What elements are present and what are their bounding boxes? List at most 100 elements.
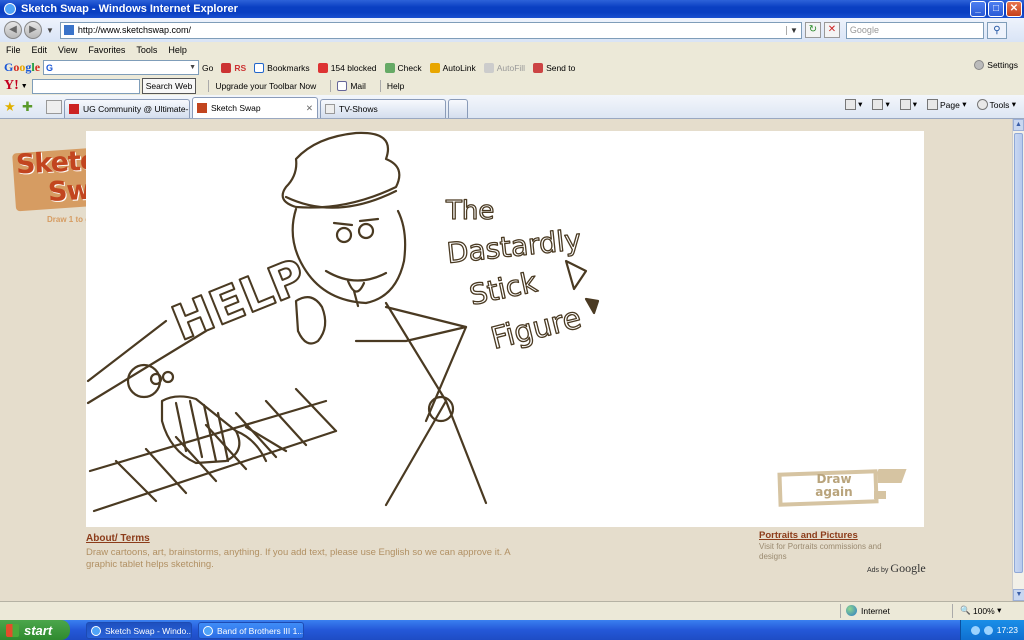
chevron-down-icon[interactable]: ▼ bbox=[189, 64, 198, 71]
ie-icon bbox=[91, 625, 101, 636]
yahoo-help-button[interactable]: Help bbox=[387, 81, 404, 91]
ad-text: Visit for Portraits commissions and desi… bbox=[759, 542, 882, 561]
url-text: http://www.sketchswap.com/ bbox=[77, 25, 191, 35]
rs-button[interactable]: RS bbox=[221, 62, 246, 73]
page-icon bbox=[63, 25, 74, 35]
zoom-icon: 🔍 bbox=[960, 605, 973, 615]
send-icon bbox=[533, 62, 544, 73]
new-tab-button[interactable] bbox=[448, 99, 468, 118]
help-drawn-text: HELP bbox=[165, 248, 315, 352]
add-favorite-icon[interactable]: ✚ bbox=[22, 100, 36, 114]
recent-pages-dropdown[interactable]: ▼ bbox=[46, 26, 54, 35]
tab-sketch-swap[interactable]: Sketch Swap ✕ bbox=[192, 97, 318, 118]
feeds-button[interactable]: ▾ bbox=[872, 99, 890, 110]
divider bbox=[952, 604, 953, 618]
wand-icon bbox=[429, 62, 440, 73]
volume-icon[interactable] bbox=[983, 625, 993, 635]
quick-tabs-icon[interactable] bbox=[46, 100, 62, 114]
url-dropdown-icon[interactable]: ▼ bbox=[786, 25, 798, 35]
security-zone[interactable]: Internet bbox=[846, 605, 890, 616]
taskbar-button-band-of-brothers[interactable]: Band of Brothers III 1... bbox=[198, 622, 304, 639]
drawing-title-line1: The bbox=[445, 196, 494, 226]
bookmarks-button[interactable]: Bookmarks bbox=[254, 62, 310, 73]
maximize-button[interactable]: □ bbox=[988, 1, 1004, 17]
tab-strip: ★ ✚ UG Community @ Ultimate-G... Sketch … bbox=[0, 95, 1024, 119]
search-icon[interactable]: ⚲ bbox=[986, 21, 1007, 39]
popup-blocker-button[interactable]: 154 blocked bbox=[317, 62, 377, 73]
stop-button[interactable]: ✕ bbox=[823, 22, 840, 38]
yahoo-logo[interactable]: Y! bbox=[4, 78, 19, 94]
upgrade-toolbar-button[interactable]: Upgrade your Toolbar Now bbox=[215, 81, 316, 91]
google-search-input[interactable]: G ▼ bbox=[43, 60, 200, 75]
drawing-title-line2: Dastardly bbox=[445, 223, 582, 270]
page-icon bbox=[927, 99, 939, 110]
check-icon bbox=[384, 62, 395, 73]
star-icon bbox=[254, 62, 265, 73]
autolink-button[interactable]: AutoLink bbox=[429, 62, 476, 73]
rss-icon bbox=[221, 62, 232, 73]
favorites-star-icon[interactable]: ★ bbox=[4, 100, 18, 114]
scroll-down-icon[interactable]: ▼ bbox=[1013, 589, 1024, 601]
back-button[interactable]: ◀ bbox=[4, 21, 22, 39]
send-to-button[interactable]: Send to bbox=[533, 62, 575, 73]
home-button[interactable]: ▾ bbox=[845, 99, 862, 110]
menu-edit[interactable]: Edit bbox=[32, 45, 48, 55]
menu-view[interactable]: View bbox=[58, 45, 77, 55]
close-button[interactable]: ✕ bbox=[1006, 1, 1022, 17]
tools-menu-button[interactable]: Tools ▾ bbox=[976, 99, 1016, 110]
search-input[interactable]: Google bbox=[845, 21, 984, 39]
google-toolbar: Google G ▼ Go RS Bookmarks 154 blocked C… bbox=[0, 58, 1024, 77]
chevron-down-icon: ▾ bbox=[994, 605, 1002, 615]
window-title: Sketch Swap - Windows Internet Explorer bbox=[21, 3, 238, 15]
close-tab-icon[interactable]: ✕ bbox=[302, 103, 313, 114]
google-settings-button[interactable]: Settings bbox=[974, 60, 1018, 70]
autofill-button[interactable]: AutoFill bbox=[483, 62, 525, 73]
system-tray: 17:23 bbox=[960, 620, 1024, 640]
site-description: Draw cartoons, art, brainstorms, anythin… bbox=[86, 547, 511, 570]
menu-favorites[interactable]: Favorites bbox=[88, 45, 125, 55]
printer-icon bbox=[899, 99, 911, 110]
scrollbar-thumb[interactable] bbox=[1014, 133, 1023, 573]
vertical-scrollbar[interactable]: ▲ ▼ bbox=[1012, 119, 1024, 601]
zoom-control[interactable]: 🔍 100% ▾ bbox=[960, 605, 1001, 616]
page-icon bbox=[325, 104, 335, 114]
search-web-button[interactable]: Search Web bbox=[141, 78, 197, 94]
gear-icon bbox=[976, 99, 988, 110]
draw-again-button[interactable]: Draw again bbox=[776, 467, 907, 509]
globe-icon bbox=[846, 605, 857, 616]
google-go-button[interactable]: Go bbox=[202, 63, 213, 73]
yahoo-search-input[interactable] bbox=[31, 78, 140, 94]
divider bbox=[330, 80, 332, 92]
menu-file[interactable]: File bbox=[6, 45, 21, 55]
taskbar-button-sketch-swap[interactable]: Sketch Swap - Windo... bbox=[86, 622, 192, 639]
drawing-title-line4: Figure bbox=[487, 301, 584, 357]
refresh-button[interactable]: ↻ bbox=[804, 22, 821, 38]
page-menu-button[interactable]: Page ▾ bbox=[927, 99, 967, 110]
menu-tools[interactable]: Tools bbox=[136, 45, 157, 55]
minimize-button[interactable]: _ bbox=[970, 1, 986, 17]
clock[interactable]: 17:23 bbox=[997, 625, 1018, 635]
menu-bar: File Edit View Favorites Tools Help bbox=[0, 42, 1024, 58]
google-logo: Google bbox=[4, 60, 41, 74]
network-icon[interactable] bbox=[970, 625, 980, 635]
forward-button[interactable]: ▶ bbox=[24, 21, 42, 39]
start-button[interactable]: start bbox=[0, 620, 70, 640]
yahoo-mail-button[interactable]: Mail bbox=[337, 81, 366, 91]
spell-check-button[interactable]: Check bbox=[384, 62, 422, 73]
menu-help[interactable]: Help bbox=[168, 45, 187, 55]
blocked-icon bbox=[317, 62, 328, 73]
windows-taskbar: start Sketch Swap - Windo... Band of Bro… bbox=[0, 620, 1024, 640]
ads-by-google[interactable]: Ads by Google bbox=[867, 561, 926, 576]
window-titlebar: Sketch Swap - Windows Internet Explorer … bbox=[0, 0, 1024, 18]
draw-again-bang bbox=[874, 491, 886, 499]
print-button[interactable]: ▾ bbox=[899, 99, 917, 110]
url-input[interactable]: http://www.sketchswap.com/ ▼ bbox=[59, 21, 802, 39]
about-terms-link[interactable]: About/ Terms bbox=[86, 533, 150, 544]
windows-flag-icon bbox=[6, 623, 19, 637]
yahoo-toolbar: Y! ▼ Search Web Upgrade your Toolbar Now… bbox=[0, 77, 1024, 95]
chevron-down-icon[interactable]: ▼ bbox=[21, 83, 28, 90]
ad-link-portraits[interactable]: Portraits and Pictures bbox=[759, 530, 858, 541]
tab-ug-community[interactable]: UG Community @ Ultimate-G... bbox=[64, 99, 190, 118]
scroll-up-icon[interactable]: ▲ bbox=[1013, 119, 1024, 131]
tab-tv-shows[interactable]: TV-Shows bbox=[320, 99, 446, 118]
